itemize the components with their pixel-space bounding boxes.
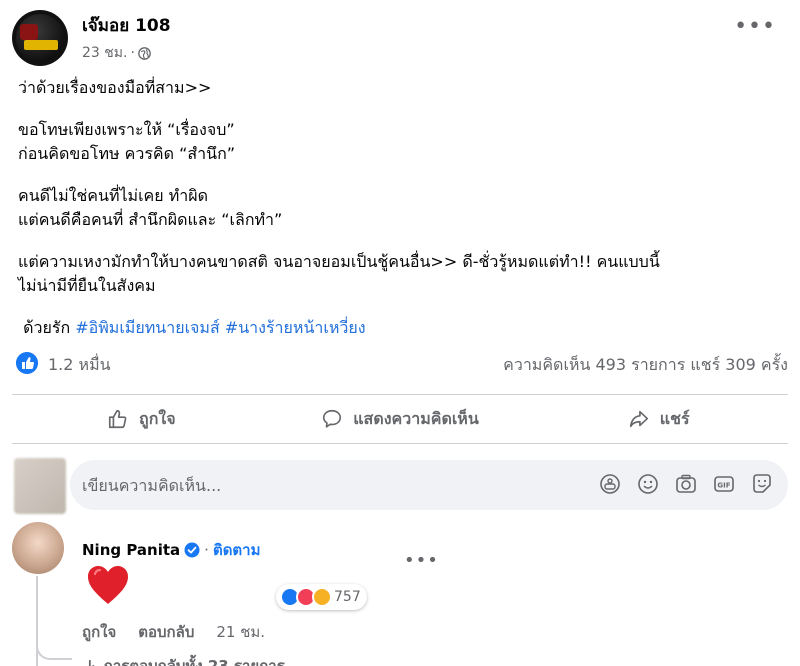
comment-actions: ถูกใจ ตอบกลับ 21 ชม. bbox=[82, 620, 265, 644]
comment-label: แสดงความคิดเห็น bbox=[353, 408, 479, 428]
comment-composer: เขียนความคิดเห็น... GIF bbox=[12, 456, 788, 514]
share-label: แชร์ bbox=[659, 408, 690, 428]
globe-icon[interactable] bbox=[138, 46, 151, 60]
hashtags[interactable]: #อิพิมเมียทนายเจมส์ #นางร้ายหน้าเหวี่ยง bbox=[75, 318, 365, 337]
post-paragraph: แต่ความเหงามักทำให้บางคนขาดสติ จนอาจยอมเ… bbox=[18, 252, 660, 295]
meta-separator: · bbox=[130, 45, 135, 61]
like-reaction-icon[interactable] bbox=[16, 352, 38, 374]
post-paragraph: ขอโทษเพียงเพราะให้ “เรื่องจบ” ก่อนคิดขอโท… bbox=[18, 120, 236, 163]
comment-time[interactable]: 21 ชม. bbox=[216, 620, 265, 644]
post-meta: 23 ชม. · bbox=[82, 42, 151, 64]
sticker-icon[interactable] bbox=[750, 472, 774, 496]
comment-bubble-icon bbox=[323, 409, 342, 428]
post-paragraph: คนดีไม่ใช่คนที่ไม่เคย ทำผิด แต่คนดีคือคนท… bbox=[18, 186, 283, 229]
user-avatar[interactable] bbox=[14, 458, 66, 514]
verified-badge-icon bbox=[184, 542, 200, 558]
comment-item: Ning Panita · ติดตาม ••• 757 ถูกใจ ตอบกล… bbox=[12, 520, 788, 666]
post-header: เจ๊มอย 108 23 ชม. · ••• bbox=[12, 10, 788, 66]
like-button[interactable]: ถูกใจ bbox=[12, 395, 271, 443]
composer-icons: GIF bbox=[598, 472, 774, 496]
comment-reply-button[interactable]: ตอบกลับ bbox=[138, 620, 194, 644]
name-separator: · bbox=[204, 541, 209, 559]
closing-text: ด้วยรัก bbox=[23, 318, 71, 337]
share-button[interactable]: แชร์ bbox=[529, 395, 788, 443]
avatar-graphic bbox=[20, 24, 38, 40]
action-bar: ถูกใจ แสดงความคิดเห็น แชร์ bbox=[12, 394, 788, 444]
comment-more-icon[interactable]: ••• bbox=[404, 552, 439, 570]
commenter-avatar[interactable] bbox=[12, 522, 64, 574]
comment-placeholder: เขียนความคิดเห็น... bbox=[82, 476, 222, 495]
comments-shares-count[interactable]: ความคิดเห็น 493 รายการ แชร์ 309 ครั้ง bbox=[503, 353, 788, 378]
comment-input[interactable]: เขียนความคิดเห็น... GIF bbox=[70, 460, 788, 510]
follow-button[interactable]: ติดตาม bbox=[213, 538, 261, 562]
page-avatar[interactable] bbox=[12, 10, 68, 66]
post-paragraph: ว่าด้วยเรื่องของมือที่สาม>> bbox=[18, 78, 212, 97]
gif-icon[interactable]: GIF bbox=[712, 472, 736, 496]
post-stats: 1.2 หมื่น ความคิดเห็น 493 รายการ แชร์ 30… bbox=[12, 350, 788, 378]
comment-like-button[interactable]: ถูกใจ bbox=[82, 620, 116, 644]
avatar-badge bbox=[24, 40, 58, 50]
emoji-icon[interactable] bbox=[636, 472, 660, 496]
svg-text:GIF: GIF bbox=[717, 482, 730, 490]
reactions-count[interactable]: 1.2 หมื่น bbox=[48, 353, 111, 378]
more-options-icon[interactable]: ••• bbox=[734, 16, 776, 38]
view-replies-link[interactable]: ↳ การตอบกลับทั้ง 23 รายการ bbox=[86, 654, 285, 666]
commenter-name[interactable]: Ning Panita bbox=[82, 541, 180, 559]
replies-label: การตอบกลับทั้ง 23 รายการ bbox=[103, 657, 285, 666]
share-arrow-icon bbox=[629, 410, 648, 428]
thread-connector bbox=[36, 610, 72, 660]
post-time[interactable]: 23 ชม. bbox=[82, 42, 127, 64]
red-heart-emoji-icon bbox=[88, 566, 128, 604]
comment-reactions[interactable]: 757 bbox=[276, 584, 367, 610]
post-text: ว่าด้วยเรื่องของมือที่สาม>> ขอโทษเพียงเพ… bbox=[18, 76, 788, 358]
post-closing: ด้วยรัก #อิพิมเมียทนายเจมส์ #นางร้ายหน้า… bbox=[18, 316, 788, 340]
avatar-sticker-icon[interactable] bbox=[598, 472, 622, 496]
comment-button[interactable]: แสดงความคิดเห็น bbox=[271, 395, 530, 443]
thumbs-up-icon bbox=[108, 409, 127, 429]
page-name[interactable]: เจ๊มอย 108 bbox=[82, 12, 171, 39]
care-reaction-icon bbox=[312, 587, 332, 607]
comment-reaction-count: 757 bbox=[334, 589, 361, 605]
camera-icon[interactable] bbox=[674, 472, 698, 496]
like-label: ถูกใจ bbox=[139, 408, 176, 428]
comment-author-row: Ning Panita · ติดตาม bbox=[82, 538, 261, 562]
